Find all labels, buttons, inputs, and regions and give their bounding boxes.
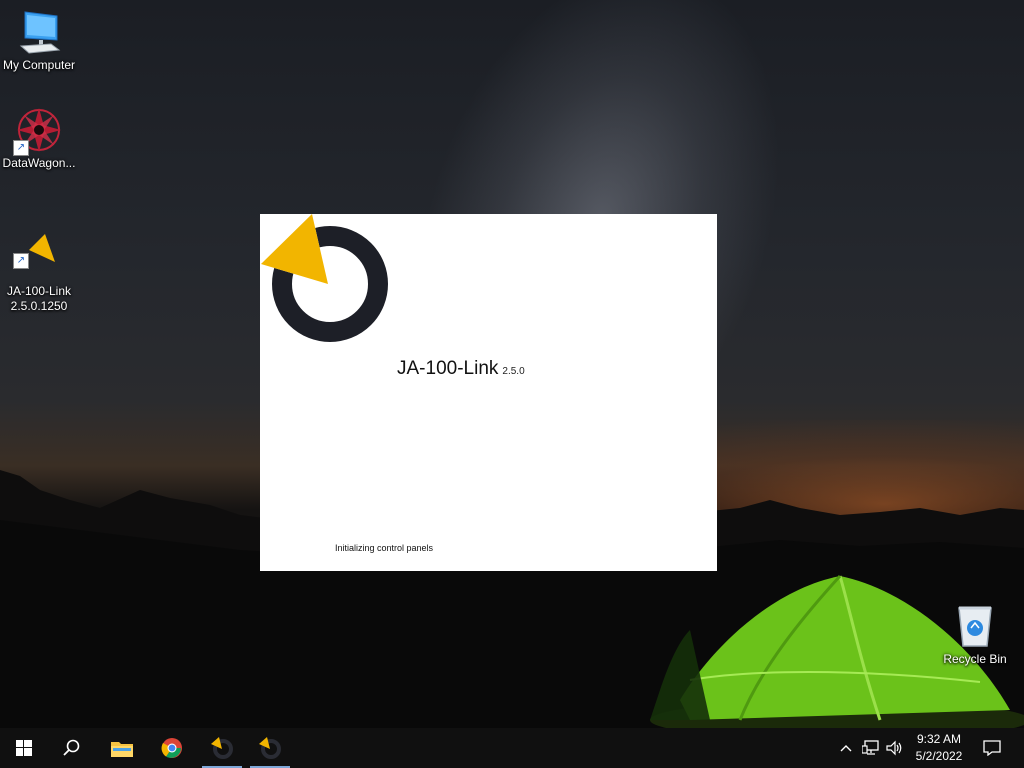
taskbar-ja100-link-2[interactable] (246, 728, 294, 768)
ja100-taskbar-icon (259, 737, 281, 759)
file-explorer-icon (111, 742, 133, 757)
start-button[interactable] (0, 728, 48, 768)
splash-window: JA-100-Link 2.5.0 Initializing control pa… (260, 214, 717, 571)
desktop-icon-label: DataWagon... (2, 156, 76, 170)
ja100-taskbar-icon (211, 737, 233, 759)
desktop-icon-ja100-link[interactable]: ↗ JA-100-Link 2.5.0.1250 (0, 204, 78, 329)
desktop-icon-datawagon[interactable]: ↗ DataWagon... (0, 106, 78, 171)
shortcut-arrow-icon: ↗ (13, 253, 29, 269)
action-center-icon (983, 740, 1001, 756)
splash-status-text: Initializing control panels (335, 543, 434, 553)
taskbar: 9:32 AM 5/2/2022 (0, 728, 1024, 768)
splash-title: JA-100-Link 2.5.0 (397, 358, 525, 380)
volume-button[interactable] (884, 728, 906, 768)
app-name: JA-100-Link (397, 358, 499, 379)
ja100-logo-icon: ↗ (13, 219, 63, 269)
desktop-icon-label: JA-100-Link 2.5.0.1250 (6, 284, 72, 313)
desktop-icon-recycle-bin[interactable]: Recycle Bin (936, 602, 1014, 667)
search-icon (63, 739, 80, 756)
volume-icon (886, 740, 902, 756)
clock-date: 5/2/2022 (915, 749, 963, 763)
clock-time: 9:32 AM (916, 732, 962, 746)
taskbar-clock[interactable]: 9:32 AM 5/2/2022 (906, 731, 972, 765)
search-button[interactable] (48, 728, 96, 768)
monitor-icon (15, 8, 63, 56)
app-version: 2.5.0 (502, 366, 525, 377)
chevron-up-icon (840, 745, 852, 752)
action-center-button[interactable] (976, 728, 1008, 768)
taskbar-ja100-link-1[interactable] (198, 728, 246, 768)
taskbar-file-explorer[interactable] (98, 728, 146, 768)
taskbar-chrome[interactable] (148, 728, 196, 768)
chrome-icon (161, 738, 182, 758)
network-button[interactable] (860, 728, 882, 768)
windows-start-icon (16, 740, 32, 756)
desktop-icon-my-computer[interactable]: My Computer (0, 8, 78, 73)
ja100-logo (261, 214, 388, 342)
network-icon (862, 740, 879, 755)
recycle-bin-icon (951, 602, 999, 650)
desktop-icon-label: Recycle Bin (943, 652, 1007, 666)
tray-overflow-button[interactable] (836, 728, 856, 768)
shortcut-arrow-icon: ↗ (13, 140, 29, 156)
desktop-icon-label: My Computer (2, 58, 76, 72)
datawagon-icon: ↗ (13, 106, 63, 156)
